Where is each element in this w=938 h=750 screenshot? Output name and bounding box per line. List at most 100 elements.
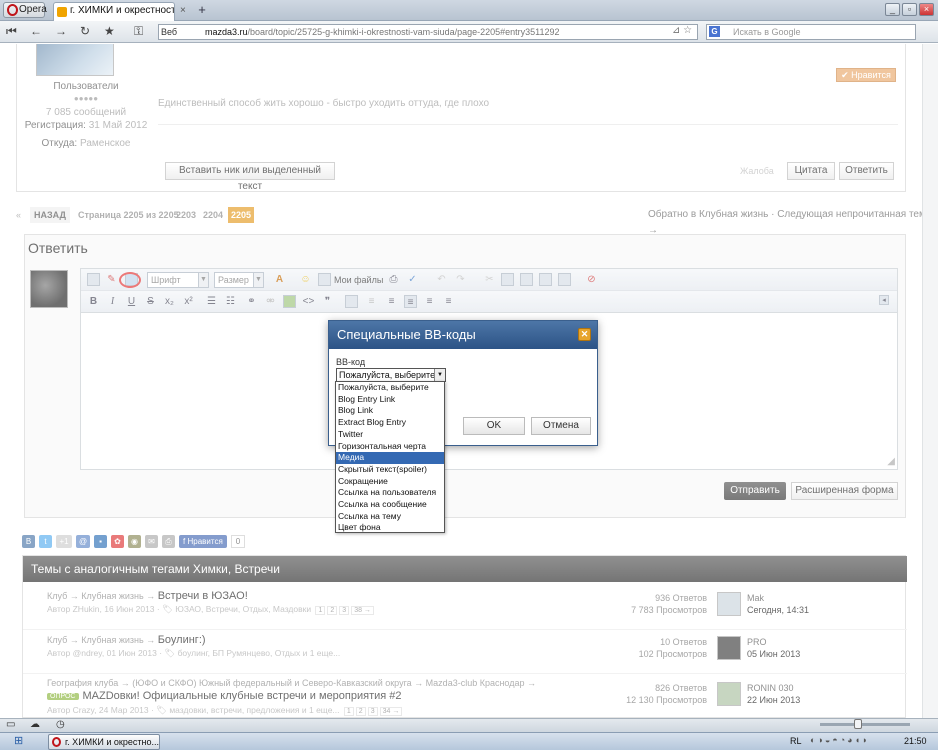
bbcode-option[interactable]: Twitter <box>336 429 444 441</box>
topic-title[interactable]: Боулинг:) <box>158 634 206 646</box>
topic-row[interactable]: География клуба → (ЮФО и СКФО) Южный фед… <box>23 674 907 718</box>
google-plus-icon[interactable]: +1 <box>56 534 72 548</box>
resize-grip-icon[interactable]: ◢ <box>887 456 895 467</box>
facebook-like-button[interactable]: f Нравится <box>179 534 227 548</box>
align-left-icon[interactable]: ≡ <box>385 295 398 308</box>
image-icon[interactable] <box>283 295 296 308</box>
topic-row[interactable]: Клуб → Клубная жизнь → Боулинг:) Автор @… <box>23 630 907 674</box>
print-share-icon[interactable]: ⎙ <box>162 534 175 548</box>
bold-icon[interactable]: B <box>87 295 100 308</box>
topic-page-link[interactable]: 3 <box>339 606 350 615</box>
cut-icon[interactable]: ✂ <box>483 273 496 286</box>
bbcode-option[interactable]: Blog Link <box>336 405 444 417</box>
dialog-ok-button[interactable]: OK <box>463 417 525 435</box>
print-icon[interactable]: ⎙ <box>387 273 400 286</box>
bbcode-option[interactable]: Ссылка на тему <box>336 511 444 523</box>
tray-icons[interactable]: ◐◑◒◓◔◕◖◗ <box>810 735 870 745</box>
bbcode-select[interactable]: Пожалуйста, выберите ▼ <box>336 368 446 382</box>
superscript-icon[interactable]: x² <box>182 295 195 308</box>
reply-button[interactable]: Ответить <box>839 162 894 180</box>
topic-page-link[interactable]: 1 <box>315 606 326 615</box>
panel-toggle-icon[interactable]: ▭ <box>6 719 15 730</box>
delicious-icon[interactable]: ▪ <box>94 534 107 548</box>
topic-page-link[interactable]: 2 <box>355 707 366 716</box>
dialog-cancel-button[interactable]: Отмена <box>531 417 591 435</box>
topic-page-link[interactable]: 1 <box>343 707 354 716</box>
advanced-form-button[interactable]: Расширенная форма <box>791 482 898 500</box>
font-select[interactable]: Шрифт ▼ <box>147 272 209 288</box>
collapse-toolbar-icon[interactable]: ◂ <box>879 295 889 305</box>
speed-dial-icon[interactable]: ◷ <box>56 719 65 730</box>
redo-icon[interactable]: ↷ <box>454 273 467 286</box>
search-field[interactable]: G Искать в Google <box>706 24 916 40</box>
rss-star-icons[interactable]: ⊿ ☆ <box>672 25 692 36</box>
bbcode-option[interactable]: Скрытый текст(spoiler) <box>336 464 444 476</box>
text-color-icon[interactable]: A <box>273 273 286 286</box>
link-icon[interactable]: ⚭ <box>245 295 258 308</box>
reload-icon[interactable]: ↻ <box>80 24 90 39</box>
align-center-icon[interactable]: ≡ <box>404 295 417 308</box>
like-button[interactable]: ✔ Нравится <box>836 68 896 82</box>
language-indicator[interactable]: RL <box>790 736 802 746</box>
last-poster-avatar[interactable] <box>717 592 741 616</box>
bullet-list-icon[interactable]: ☰ <box>205 295 218 308</box>
vk-icon[interactable]: В <box>22 534 35 548</box>
topic-title[interactable]: Встречи в ЮЗАО! <box>158 590 248 602</box>
forward-icon[interactable]: → <box>55 24 67 39</box>
bookmark-star-icon[interactable]: ★ <box>104 24 115 39</box>
maximize-icon[interactable]: ▫ <box>902 3 917 16</box>
no-icon[interactable]: ⊘ <box>585 273 598 286</box>
bbcode-option[interactable]: Ссылка на сообщение <box>336 499 444 511</box>
chevron-down-icon[interactable]: ▼ <box>434 369 445 381</box>
rewind-icon[interactable]: ⏮ <box>6 24 17 39</box>
unlink-icon[interactable]: ⚮ <box>264 295 277 308</box>
bbcode-option[interactable]: Медиа <box>336 452 444 464</box>
tab-close-icon[interactable]: × <box>180 5 186 16</box>
source-icon[interactable] <box>87 273 100 286</box>
paste-text-icon[interactable] <box>539 273 552 286</box>
copy-icon[interactable] <box>501 273 514 286</box>
digg-icon[interactable]: ◉ <box>128 534 141 548</box>
send-button[interactable]: Отправить <box>724 482 786 500</box>
topic-page-link[interactable]: 2 <box>327 606 338 615</box>
subscript-icon[interactable]: x₂ <box>163 295 176 308</box>
taskbar-opera-item[interactable]: г. ХИМКИ и окрестно... <box>48 734 160 750</box>
back-to-forum-link[interactable]: Обратно в Клубная жизнь · Следующая непр… <box>648 207 938 236</box>
remove-format-icon[interactable]: ✎ <box>105 273 118 286</box>
key-icon[interactable]: ⚿ <box>134 24 143 39</box>
minimize-icon[interactable]: _ <box>885 3 900 16</box>
italic-icon[interactable]: I <box>106 295 119 308</box>
opera-menu-button[interactable]: Opera <box>3 2 47 18</box>
user-avatar[interactable] <box>36 44 114 76</box>
bbcode-option[interactable]: Горизонтальная черта <box>336 441 444 453</box>
user-posts-count[interactable]: 7 085 сообщений <box>22 107 150 118</box>
new-tab-button[interactable]: + <box>194 2 210 18</box>
zoom-knob[interactable] <box>854 719 862 729</box>
last-poster-name[interactable]: PRO <box>747 636 800 648</box>
find-icon[interactable] <box>565 273 578 286</box>
topic-row[interactable]: Клуб → Клубная жизнь → Встречи в ЮЗАО! А… <box>23 586 907 630</box>
quote-button[interactable]: Цитата <box>787 162 835 180</box>
last-poster-name[interactable]: Mak <box>747 592 809 604</box>
browser-tab-active[interactable]: г. ХИМКИ и окрестност... <box>53 2 175 21</box>
undo-icon[interactable]: ↶ <box>435 273 448 286</box>
page-scrollbar[interactable] <box>922 44 938 718</box>
topic-page-link[interactable]: 34 → <box>379 707 403 716</box>
my-files-label[interactable]: Мои файлы <box>334 275 383 285</box>
back-icon[interactable]: ← <box>30 24 42 39</box>
spoiler-icon[interactable] <box>345 295 358 308</box>
complaint-link[interactable]: Жалоба <box>740 166 774 176</box>
cloud-icon[interactable]: ☁ <box>30 719 40 730</box>
bbcode-option[interactable]: Ссылка на пользователя <box>336 487 444 499</box>
address-field[interactable]: Веб mazda3.ru/board/topic/25725-g-khimki… <box>158 24 698 40</box>
bbcode-option[interactable]: Blog Entry Link <box>336 394 444 406</box>
pager-prev-arrow[interactable]: « <box>16 207 26 223</box>
email-icon[interactable]: ✉ <box>145 534 158 548</box>
quote-icon[interactable]: ❞ <box>321 295 334 308</box>
code-icon[interactable]: <> <box>302 295 315 308</box>
emoticon-icon[interactable]: ☺ <box>299 273 312 286</box>
last-poster-avatar[interactable] <box>717 682 741 706</box>
justify-icon[interactable]: ≡ <box>442 295 455 308</box>
numbered-list-icon[interactable]: ☷ <box>224 295 237 308</box>
zoom-slider[interactable] <box>820 719 910 729</box>
